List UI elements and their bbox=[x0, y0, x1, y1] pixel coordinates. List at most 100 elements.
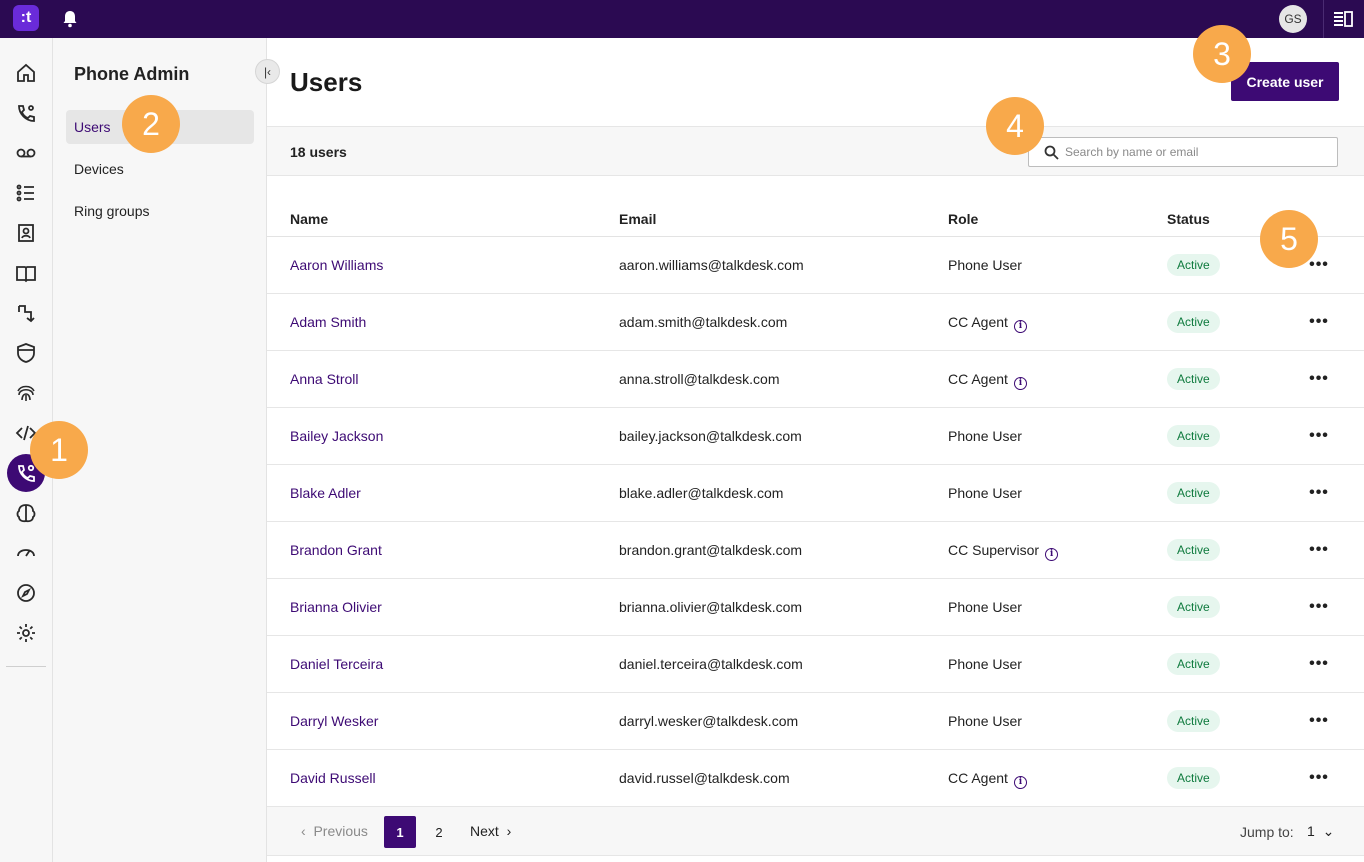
more-actions-button[interactable]: ••• bbox=[1307, 595, 1331, 619]
chevron-right-icon: › bbox=[506, 823, 512, 839]
user-email: brandon.grant@talkdesk.com bbox=[619, 542, 803, 558]
ellipsis-icon: ••• bbox=[1309, 256, 1329, 273]
jump-to-select[interactable]: 1 ⌄ bbox=[1307, 823, 1334, 840]
role-label: Phone User bbox=[948, 257, 1022, 273]
page-button-1[interactable]: 1 bbox=[384, 816, 416, 848]
collapse-left-icon: |‹ bbox=[263, 64, 272, 79]
user-email: david.russel@talkdesk.com bbox=[619, 770, 790, 786]
table-row[interactable]: Adam Smith adam.smith@talkdesk.com CC Agen… bbox=[267, 294, 1364, 351]
table-row[interactable]: Blake Adler blake.adler@talkdesk.com Phone… bbox=[267, 465, 1364, 522]
info-icon[interactable]: i bbox=[1013, 377, 1027, 390]
rail-item-explore[interactable] bbox=[6, 574, 46, 612]
gear-icon bbox=[17, 624, 35, 642]
column-header-status[interactable]: Status bbox=[1167, 211, 1210, 227]
nav-item-label: Ring groups bbox=[74, 203, 150, 219]
info-icon[interactable]: i bbox=[1013, 776, 1027, 789]
ellipsis-icon: ••• bbox=[1309, 769, 1329, 786]
table-row[interactable]: Daniel Terceira daniel.terceira@talkdesk.… bbox=[267, 636, 1364, 693]
rail-item-settings[interactable] bbox=[6, 614, 46, 652]
user-role: Phone User bbox=[948, 428, 1022, 444]
rail-item-identity[interactable] bbox=[6, 374, 46, 412]
user-role: Phone User bbox=[948, 713, 1022, 729]
callout-3: 3 bbox=[1193, 25, 1251, 83]
user-email: aaron.williams@talkdesk.com bbox=[619, 257, 804, 273]
column-header-role[interactable]: Role bbox=[948, 211, 978, 227]
more-actions-button[interactable]: ••• bbox=[1307, 310, 1331, 334]
rail-item-contacts[interactable] bbox=[6, 214, 46, 252]
panel-toggle-icon[interactable] bbox=[1333, 10, 1353, 28]
status-badge: Active bbox=[1167, 710, 1220, 732]
column-header-name[interactable]: Name bbox=[290, 211, 328, 227]
info-icon[interactable]: i bbox=[1013, 320, 1027, 333]
rail-item-knowledge[interactable] bbox=[6, 254, 46, 292]
table-row[interactable]: Darryl Wesker darryl.wesker@talkdesk.com P… bbox=[267, 693, 1364, 750]
search-box[interactable] bbox=[1028, 137, 1338, 167]
user-name-link[interactable]: Aaron Williams bbox=[290, 257, 383, 273]
nav-item-devices[interactable]: Devices bbox=[66, 152, 254, 186]
nav-item-ring-groups[interactable]: Ring groups bbox=[66, 194, 254, 228]
user-name-link[interactable]: David Russell bbox=[290, 770, 376, 786]
callout-2: 2 bbox=[122, 95, 180, 153]
user-role: CC Supervisor i bbox=[948, 542, 1059, 561]
rail-item-ai[interactable] bbox=[6, 494, 46, 532]
role-label: CC Agent bbox=[948, 770, 1008, 786]
next-label: Next bbox=[470, 823, 499, 839]
avatar[interactable]: GS bbox=[1279, 5, 1307, 33]
user-name-link[interactable]: Darryl Wesker bbox=[290, 713, 378, 729]
table-row[interactable]: Aaron Williams aaron.williams@talkdesk.co… bbox=[267, 237, 1364, 294]
table-header: Name Email Role Status bbox=[267, 206, 1364, 237]
collapse-nav-button[interactable]: |‹ bbox=[255, 59, 280, 84]
rail-item-calls[interactable] bbox=[6, 94, 46, 132]
user-email: blake.adler@talkdesk.com bbox=[619, 485, 784, 501]
filter-bar: 18 users bbox=[267, 126, 1364, 176]
more-actions-button[interactable]: ••• bbox=[1307, 538, 1331, 562]
compass-icon bbox=[17, 584, 35, 602]
talkdesk-logo[interactable]: :t bbox=[13, 5, 39, 31]
rail-item-list[interactable] bbox=[6, 174, 46, 212]
rail-item-voicemail[interactable] bbox=[6, 134, 46, 172]
more-actions-button[interactable]: ••• bbox=[1307, 367, 1331, 391]
more-actions-button[interactable]: ••• bbox=[1307, 709, 1331, 733]
page-button-2[interactable]: 2 bbox=[423, 816, 455, 848]
role-label: Phone User bbox=[948, 428, 1022, 444]
brain-icon bbox=[16, 504, 36, 523]
rail-item-security[interactable] bbox=[6, 334, 46, 372]
callout-5: 5 bbox=[1260, 210, 1318, 268]
nav-title: Phone Admin bbox=[74, 64, 190, 84]
user-name-link[interactable]: Brianna Olivier bbox=[290, 599, 382, 615]
status-badge: Active bbox=[1167, 482, 1220, 504]
more-actions-button[interactable]: ••• bbox=[1307, 424, 1331, 448]
rail-item-performance[interactable] bbox=[6, 532, 46, 570]
gauge-icon bbox=[17, 549, 35, 557]
table-row[interactable]: Bailey Jackson bailey.jackson@talkdesk.co… bbox=[267, 408, 1364, 465]
next-page-button[interactable]: Next › bbox=[470, 823, 511, 839]
more-actions-button[interactable]: ••• bbox=[1307, 481, 1331, 505]
more-actions-button[interactable]: ••• bbox=[1307, 766, 1331, 790]
user-role: Phone User bbox=[948, 485, 1022, 501]
user-name-link[interactable]: Adam Smith bbox=[290, 314, 366, 330]
rail-item-home[interactable] bbox=[6, 54, 46, 92]
status-badge: Active bbox=[1167, 425, 1220, 447]
ellipsis-icon: ••• bbox=[1309, 598, 1329, 615]
jump-to-label: Jump to: bbox=[1240, 824, 1294, 840]
search-input[interactable] bbox=[1065, 142, 1330, 162]
info-icon[interactable]: i bbox=[1045, 548, 1059, 561]
table-row[interactable]: Anna Stroll anna.stroll@talkdesk.com CC Ag… bbox=[267, 351, 1364, 408]
ellipsis-icon: ••• bbox=[1309, 427, 1329, 444]
bell-icon[interactable] bbox=[62, 10, 78, 28]
user-name-link[interactable]: Brandon Grant bbox=[290, 542, 382, 558]
table-row[interactable]: Brandon Grant brandon.grant@talkdesk.com C… bbox=[267, 522, 1364, 579]
user-email: adam.smith@talkdesk.com bbox=[619, 314, 788, 330]
table-row[interactable]: David Russell david.russel@talkdesk.com CC… bbox=[267, 750, 1364, 807]
rail-item-routing[interactable] bbox=[6, 294, 46, 332]
more-actions-button[interactable]: ••• bbox=[1307, 652, 1331, 676]
previous-page-button[interactable]: ‹ Previous bbox=[301, 823, 368, 839]
user-name-link[interactable]: Daniel Terceira bbox=[290, 656, 383, 672]
users-page: Users Create user 18 users Name Email Ro… bbox=[267, 38, 1364, 862]
user-name-link[interactable]: Anna Stroll bbox=[290, 371, 358, 387]
table-row[interactable]: Brianna Olivier brianna.olivier@talkdesk.… bbox=[267, 579, 1364, 636]
column-header-email[interactable]: Email bbox=[619, 211, 656, 227]
chevron-down-icon: ⌄ bbox=[1322, 823, 1335, 839]
user-name-link[interactable]: Blake Adler bbox=[290, 485, 361, 501]
user-name-link[interactable]: Bailey Jackson bbox=[290, 428, 383, 444]
